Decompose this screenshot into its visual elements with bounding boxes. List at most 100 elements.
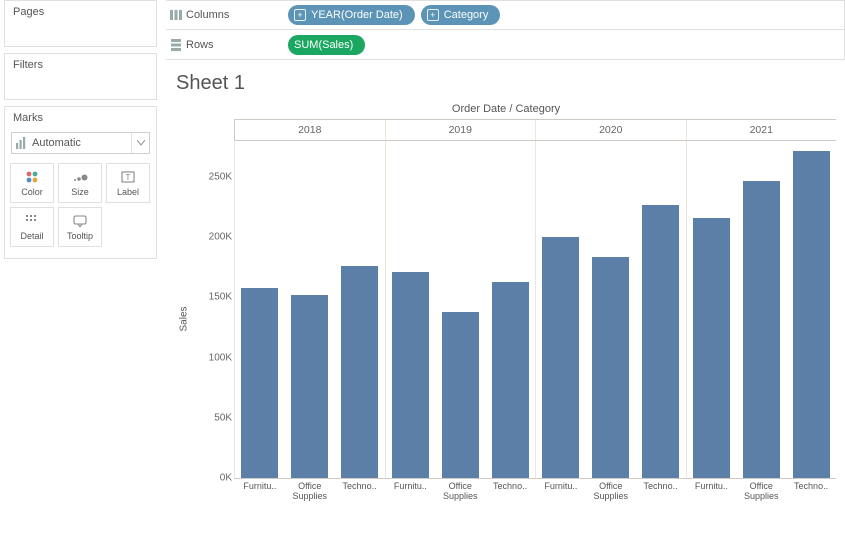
sheet-title[interactable]: Sheet 1: [176, 72, 836, 95]
marks-detail-label: Detail: [20, 231, 43, 241]
pill-label: SUM(Sales): [294, 39, 353, 51]
marks-label-label: Label: [117, 187, 139, 197]
bar-chart-icon: [12, 137, 32, 149]
bar-slot: [786, 141, 836, 478]
bar[interactable]: [291, 295, 328, 478]
bar-slot: [736, 141, 786, 478]
year-column: [385, 141, 536, 478]
bar[interactable]: [442, 312, 479, 478]
category-label[interactable]: Furnitu..: [386, 479, 436, 507]
marks-title: Marks: [5, 107, 156, 128]
marks-label-button[interactable]: T Label: [106, 163, 150, 203]
bar-slot: [586, 141, 636, 478]
year-column: [686, 141, 837, 478]
pill-category[interactable]: + Category: [421, 5, 501, 25]
marks-card: Marks Automatic Color Size: [4, 106, 157, 259]
bar-slot: [485, 141, 535, 478]
year-header[interactable]: 2019: [385, 120, 536, 140]
category-label[interactable]: Techno..: [485, 479, 535, 507]
plot-body[interactable]: 0K50K100K150K200K250K: [234, 141, 836, 479]
bar-slot: [687, 141, 737, 478]
bar-slot: [435, 141, 485, 478]
shelves-area: Columns + YEAR(Order Date) + Category Ro…: [166, 0, 845, 60]
category-label[interactable]: Techno..: [636, 479, 686, 507]
viz-area: Sheet 1 Order Date / Category Sales 2018…: [176, 72, 836, 552]
plus-icon: +: [294, 9, 306, 21]
pages-title: Pages: [5, 1, 156, 46]
plus-icon: +: [427, 9, 439, 21]
bar-slot: [536, 141, 586, 478]
marks-grid: Color Size T Label Detail: [5, 158, 156, 252]
year-label-group: Furnitu..OfficeSuppliesTechno..: [234, 479, 385, 507]
year-label-group: Furnitu..OfficeSuppliesTechno..: [686, 479, 837, 507]
marks-size-button[interactable]: Size: [58, 163, 102, 203]
year-label-group: Furnitu..OfficeSuppliesTechno..: [385, 479, 536, 507]
y-tick-label: 100K: [209, 352, 232, 363]
marks-tooltip-button[interactable]: Tooltip: [58, 207, 102, 247]
bar[interactable]: [642, 205, 679, 478]
filters-title: Filters: [5, 54, 156, 99]
bar-slot: [285, 141, 335, 478]
category-labels-row: Furnitu..OfficeSuppliesTechno..Furnitu..…: [234, 479, 836, 507]
bar[interactable]: [793, 151, 830, 478]
year-label-group: Furnitu..OfficeSuppliesTechno..: [535, 479, 686, 507]
bar[interactable]: [492, 282, 529, 478]
bar-slot: [335, 141, 385, 478]
y-tick-label: 250K: [209, 172, 232, 183]
year-header[interactable]: 2018: [234, 120, 385, 140]
plot-region: 2018201920202021 0K50K100K150K200K250K F…: [234, 119, 836, 529]
chevron-down-icon: [131, 133, 149, 153]
category-label[interactable]: Furnitu..: [536, 479, 586, 507]
bar[interactable]: [542, 237, 579, 478]
pill-sum-sales[interactable]: SUM(Sales): [288, 35, 365, 55]
bar[interactable]: [693, 218, 730, 478]
marks-color-label: Color: [21, 187, 43, 197]
columns-icon: [166, 9, 186, 21]
category-label[interactable]: Furnitu..: [687, 479, 737, 507]
marks-type-dropdown[interactable]: Automatic: [11, 132, 150, 154]
left-panel: Pages Filters Marks Automatic Color: [0, 0, 161, 558]
bar[interactable]: [241, 288, 278, 478]
columns-shelf[interactable]: Columns + YEAR(Order Date) + Category: [166, 0, 845, 30]
columns-shelf-label: Columns: [186, 9, 288, 21]
bar-slot: [636, 141, 686, 478]
category-label[interactable]: Techno..: [786, 479, 836, 507]
rows-icon: [166, 39, 186, 51]
marks-color-button[interactable]: Color: [10, 163, 54, 203]
bar-slot: [386, 141, 436, 478]
chart-frame: Sales 2018201920202021 0K50K100K150K200K…: [176, 119, 836, 529]
rows-shelf-label: Rows: [186, 39, 288, 51]
pages-card: Pages: [4, 0, 157, 47]
bar[interactable]: [392, 272, 429, 478]
category-label[interactable]: Furnitu..: [235, 479, 285, 507]
marks-dropdown-label: Automatic: [32, 137, 131, 149]
marks-detail-button[interactable]: Detail: [10, 207, 54, 247]
bar[interactable]: [341, 266, 378, 478]
bar[interactable]: [743, 181, 780, 478]
bar-slot: [235, 141, 285, 478]
axis-title-top: Order Date / Category: [176, 103, 836, 115]
label-icon: T: [121, 169, 135, 185]
y-axis-label: Sales: [179, 306, 190, 331]
pill-year-order-date[interactable]: + YEAR(Order Date): [288, 5, 415, 25]
year-header[interactable]: 2020: [535, 120, 686, 140]
y-ticks: 0K50K100K150K200K250K: [192, 141, 232, 478]
pill-label: Category: [444, 9, 489, 21]
detail-icon: [26, 213, 38, 229]
category-label[interactable]: OfficeSupplies: [435, 479, 485, 507]
category-label[interactable]: OfficeSupplies: [586, 479, 636, 507]
color-icon: [25, 169, 39, 185]
year-column: [234, 141, 385, 478]
rows-shelf[interactable]: Rows SUM(Sales): [166, 30, 845, 60]
category-label[interactable]: OfficeSupplies: [285, 479, 335, 507]
tooltip-icon: [73, 213, 87, 229]
category-label[interactable]: OfficeSupplies: [736, 479, 786, 507]
bar[interactable]: [592, 257, 629, 478]
marks-tooltip-label: Tooltip: [67, 231, 93, 241]
year-column: [535, 141, 686, 478]
year-header[interactable]: 2021: [686, 120, 837, 140]
svg-text:T: T: [126, 173, 131, 182]
category-label[interactable]: Techno..: [335, 479, 385, 507]
filters-card: Filters: [4, 53, 157, 100]
y-tick-label: 150K: [209, 292, 232, 303]
